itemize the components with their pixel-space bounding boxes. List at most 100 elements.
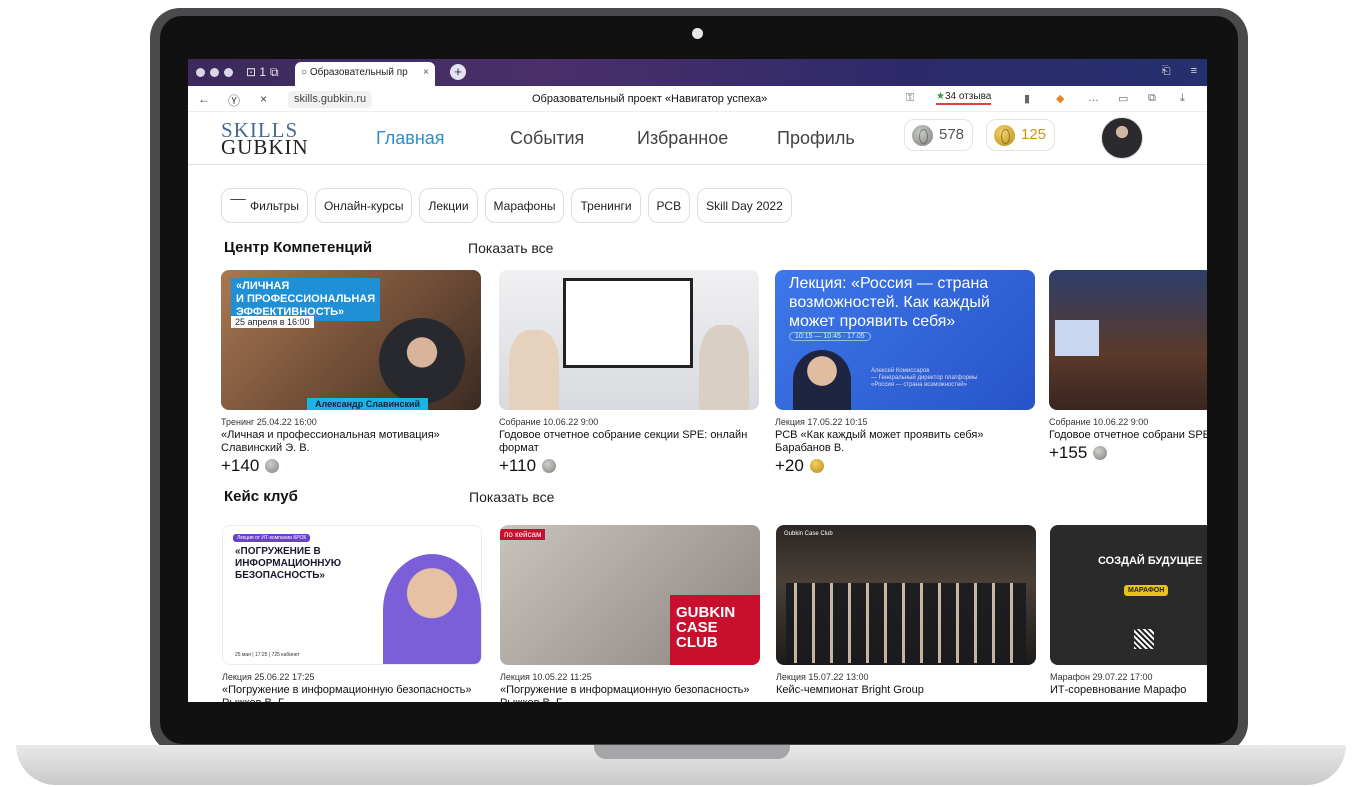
speaker-photo: [793, 350, 851, 410]
event-title: Годовое отчетное собрани SPE: онлайн фор…: [1049, 429, 1207, 441]
tab-counter-icon[interactable]: ⊡ 1: [246, 64, 266, 80]
filter-icon: [230, 199, 246, 213]
download-icon[interactable]: ⤓: [1180, 92, 1185, 105]
gold-coin-balance[interactable]: 125: [986, 119, 1056, 151]
tab-favicon-icon: ○: [301, 67, 308, 78]
silver-coin-icon: [265, 459, 280, 473]
event-title: Годовое отчетное собрание секции SPE: он…: [499, 429, 748, 454]
event-title: РСВ «Как каждый может проявить себя» Бар…: [775, 429, 984, 454]
event-thumbnail: Лекция от ИТ-компании КРОК «ПОГРУЖЕНИЕ В…: [222, 525, 482, 665]
event-thumbnail: [1049, 270, 1207, 410]
speaker-caption: Алексей Комиссаров — Генеральный директор…: [871, 368, 978, 388]
event-title: Кейс-чемпионат Bright Group: [776, 684, 924, 696]
browser-tab[interactable]: ○ Образовательный пр ×: [295, 62, 435, 86]
video-screen: [563, 278, 693, 368]
screen: ⊡ 1 ⧉ ○ Образовательный пр × + ⎗ ≡ ← Ⓨ ×…: [188, 59, 1207, 702]
event-card[interactable]: Собрание 10.06.22 9:00 Годовое отчетное …: [1049, 270, 1207, 463]
chip-online-courses[interactable]: Онлайн-курсы: [314, 188, 413, 223]
event-card[interactable]: «ЛИЧНАЯ И ПРОФЕССИОНАЛЬНАЯ ЭФФЕКТИВНОСТЬ» …: [221, 270, 481, 476]
thumb-label: Лекция от ИТ-компании КРОК: [233, 534, 311, 542]
menu-icon[interactable]: ≡: [1191, 65, 1197, 78]
thumb-brand: GUBKIN CASE CLUB: [670, 595, 760, 665]
event-meta: Собрание 10.06.22 9:00: [499, 417, 599, 427]
tabbar-right-controls: ⎗ ≡: [1162, 65, 1197, 78]
event-meta: Тренинг 25.04.22 16:00: [221, 417, 317, 427]
avatar[interactable]: [1101, 117, 1143, 159]
more-icon[interactable]: …: [1088, 92, 1099, 104]
event-card[interactable]: Лекция от ИТ-компании КРОК «ПОГРУЖЕНИЕ В…: [222, 525, 482, 702]
gold-coin-icon: [994, 125, 1015, 146]
event-title: «Погружение в информационную безопасност…: [500, 684, 750, 702]
stop-icon[interactable]: ×: [260, 92, 267, 106]
filter-bar: Фильтры Онлайн-курсы Лекции Марафоны Тре…: [221, 188, 792, 223]
event-meta: Марафон 29.07.22 17:00: [1050, 672, 1153, 682]
window-controls[interactable]: [196, 68, 233, 77]
event-title: «Погружение в информационную безопасност…: [222, 684, 472, 702]
chip-skill-day[interactable]: Skill Day 2022: [697, 188, 792, 223]
event-thumbnail: по кейсам GUBKIN CASE CLUB: [500, 525, 760, 665]
thumb-time: 10:15 — 10:45 · 17.05: [789, 332, 871, 341]
page-title: Образовательный проект «Навигатор успеха…: [532, 93, 768, 105]
event-title: «Личная и профессиональная мотивация» Сл…: [221, 429, 440, 454]
gold-coin-count: 125: [1021, 126, 1047, 143]
silver-coin-icon: [542, 459, 557, 473]
group-photo: [786, 583, 1026, 663]
chip-lectures[interactable]: Лекции: [419, 188, 478, 223]
bookmark-icon[interactable]: ▮: [1024, 92, 1030, 105]
event-thumbnail: Gubkin Case Club: [776, 525, 1036, 665]
battery-icon[interactable]: ▭: [1118, 92, 1128, 105]
event-points: +20: [775, 456, 1035, 476]
event-thumbnail: «ЛИЧНАЯ И ПРОФЕССИОНАЛЬНАЯ ЭФФЕКТИВНОСТЬ» …: [221, 270, 481, 410]
nav-profile[interactable]: Профиль: [777, 128, 855, 149]
tab-title: Образовательный пр: [309, 67, 408, 78]
chip-rsv[interactable]: РСВ: [647, 188, 691, 223]
thumb-title: «ПОГРУЖЕНИЕ В ИНФОРМАЦИОННУЮ БЕЗОПАСНОСТ…: [235, 546, 342, 581]
reviews-badge[interactable]: ★34 отзыва: [936, 91, 992, 105]
bookmark-tabs-icon[interactable]: ⎗: [1162, 65, 1171, 78]
camera-icon: [692, 28, 703, 39]
thumb-date: 25 апреля в 16:00: [231, 316, 314, 328]
event-thumbnail: Лекция: «Россия — страна возможностей. К…: [775, 270, 1035, 410]
chip-marathons[interactable]: Марафоны: [484, 188, 565, 223]
filters-button[interactable]: Фильтры: [221, 188, 308, 223]
show-all-link[interactable]: Показать все: [469, 489, 554, 505]
speaker-photo: [379, 318, 465, 404]
person: [699, 325, 749, 410]
nav-events[interactable]: События: [510, 128, 637, 149]
projector-screen: [1055, 320, 1099, 356]
silver-coin-balance[interactable]: 578: [904, 119, 974, 151]
event-card[interactable]: Собрание 10.06.22 9:00 Годовое отчетное …: [499, 270, 759, 476]
event-card[interactable]: Gubkin Case Club Лекция 15.07.22 13:00 К…: [776, 525, 1036, 697]
thumb-footer: 25 мая | 17:25 | 725 кабинет: [235, 652, 300, 658]
url-field[interactable]: skills.gubkin.ru: [288, 91, 373, 108]
speaker-photo: [383, 554, 481, 664]
thumb-label: по кейсам: [500, 529, 546, 540]
nav-home[interactable]: Главная: [376, 128, 510, 149]
logo-line2: GUBKIN: [221, 135, 309, 159]
event-thumbnail: СОЗДАЙ БУДУЩЕЕ МАРАФОН: [1050, 525, 1207, 665]
event-card[interactable]: СОЗДАЙ БУДУЩЕЕ МАРАФОН Марафон 29.07.22 …: [1050, 525, 1207, 697]
event-card[interactable]: по кейсам GUBKIN CASE CLUB Лекция 10.05.…: [500, 525, 760, 702]
address-bar: ← Ⓨ × skills.gubkin.ru Образовательный п…: [188, 86, 1207, 112]
extensions-icon[interactable]: ⧉: [1148, 92, 1156, 105]
laptop-mockup: ⊡ 1 ⧉ ○ Образовательный пр × + ⎗ ≡ ← Ⓨ ×…: [0, 0, 1362, 787]
tab-switch-icon[interactable]: ⧉: [270, 64, 279, 80]
chip-trainings[interactable]: Тренинги: [571, 188, 641, 223]
event-meta: Лекция 15.07.22 13:00: [776, 672, 869, 682]
close-tab-icon[interactable]: ×: [423, 67, 429, 78]
new-tab-button[interactable]: +: [450, 64, 466, 80]
lock-icon[interactable]: ⚿: [906, 92, 914, 105]
show-all-link[interactable]: Показать все: [468, 240, 553, 256]
yandex-icon[interactable]: Ⓨ: [228, 92, 240, 109]
nav-favorites[interactable]: Избранное: [637, 128, 777, 149]
event-meta: Лекция 25.06.22 17:25: [222, 672, 315, 682]
back-icon[interactable]: ←: [198, 92, 210, 106]
silver-coin-count: 578: [939, 126, 965, 143]
event-thumbnail: [499, 270, 759, 410]
tab-count: 1: [259, 65, 267, 79]
event-card[interactable]: Лекция: «Россия — страна возможностей. К…: [775, 270, 1035, 476]
metamask-icon[interactable]: ◆: [1056, 92, 1064, 105]
speaker-name: Александр Славинский: [307, 398, 429, 410]
section-title-competence: Центр Компетенций: [224, 239, 373, 256]
site-logo[interactable]: SKILLS GUBKIN: [221, 120, 309, 159]
